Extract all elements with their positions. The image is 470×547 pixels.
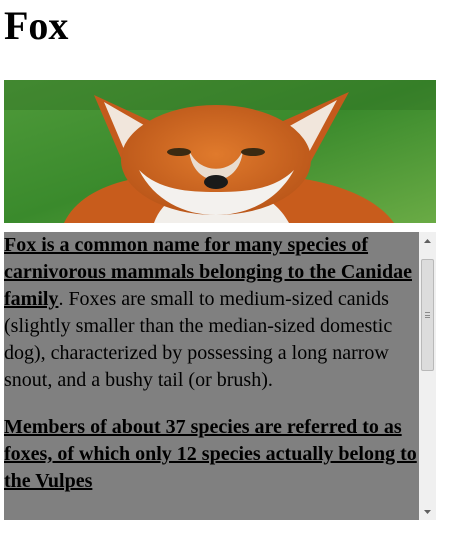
article-paragraph-1: Fox is a common name for many species of… xyxy=(4,232,419,394)
paragraph-2-lead: Members of about 37 species are referred… xyxy=(4,416,417,492)
fox-image xyxy=(4,80,436,223)
article-scroll-panel[interactable]: Fox is a common name for many species of… xyxy=(4,232,436,520)
arrow-up-icon[interactable] xyxy=(419,232,436,249)
paragraph-1-text: . Foxes are small to medium-sized canids… xyxy=(4,288,393,391)
arrow-down-icon[interactable] xyxy=(419,503,436,520)
scrollbar-thumb[interactable] xyxy=(421,259,434,371)
page-title: Fox xyxy=(4,3,69,48)
vertical-scrollbar[interactable] xyxy=(419,232,436,520)
grip-icon xyxy=(425,312,430,318)
article-paragraph-2: Members of about 37 species are referred… xyxy=(4,414,419,495)
scrollbar-track[interactable] xyxy=(419,249,436,503)
article-content: Fox is a common name for many species of… xyxy=(4,232,419,520)
